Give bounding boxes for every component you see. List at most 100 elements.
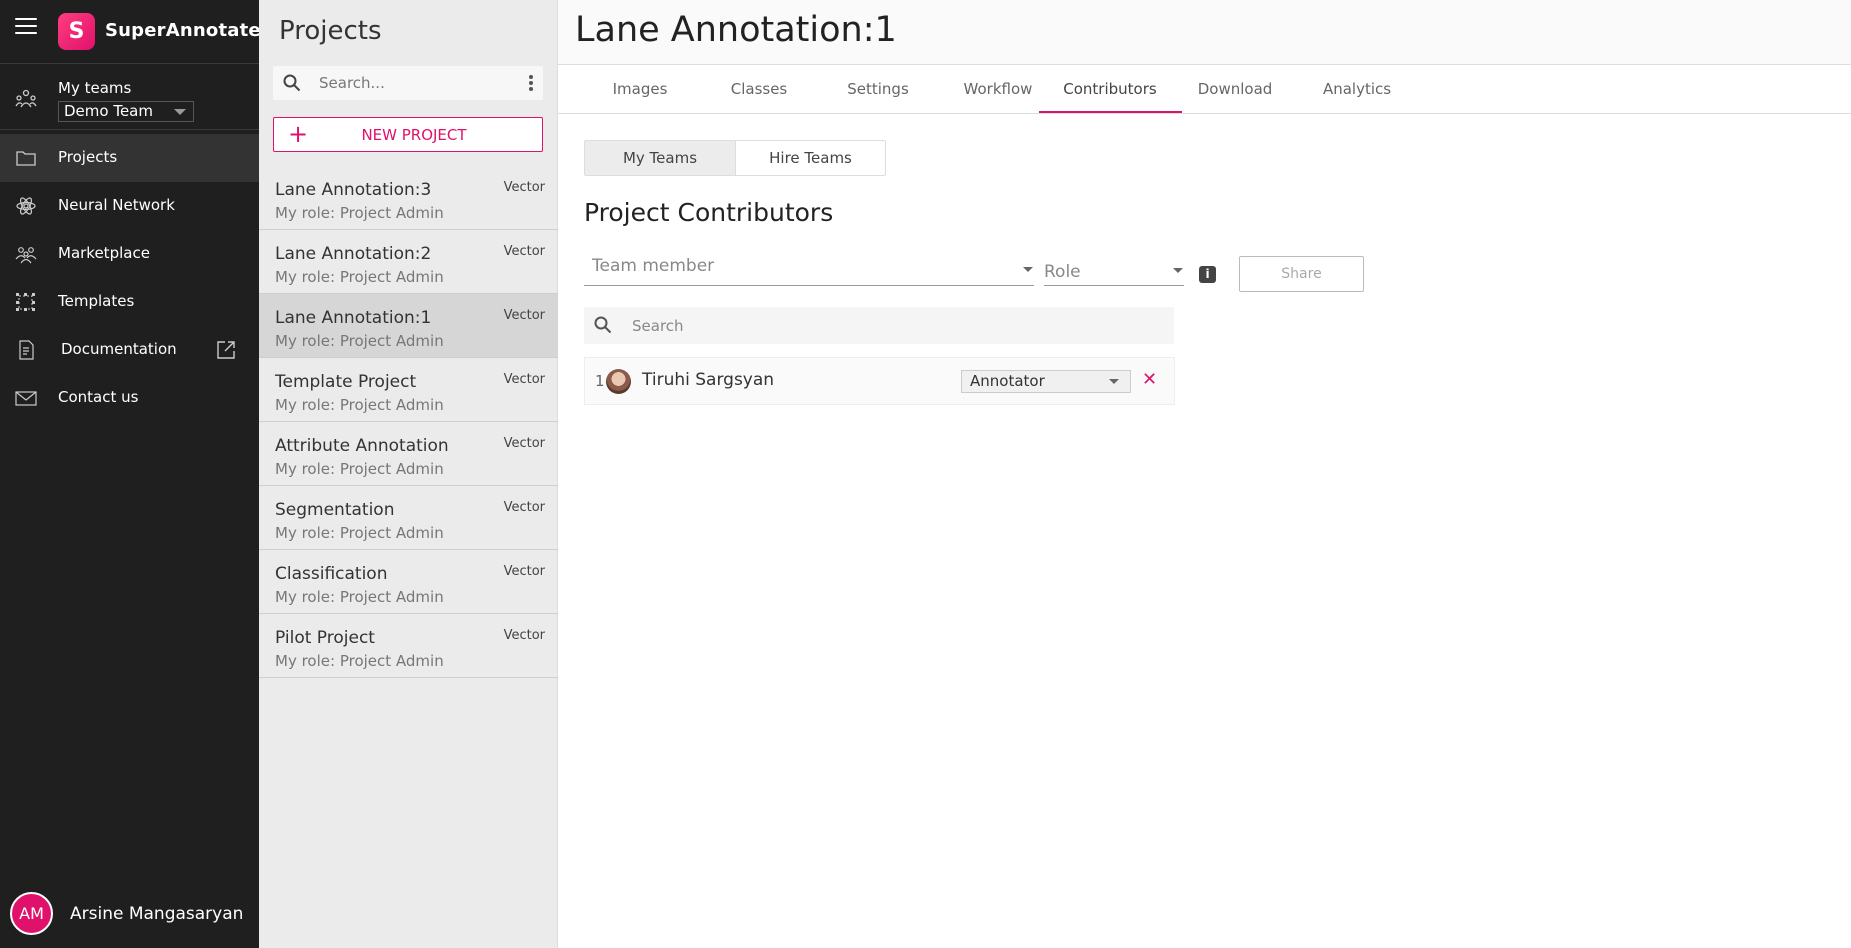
row-index: 1: [595, 372, 605, 390]
project-type: Vector: [503, 436, 545, 451]
sidebar-item-contact-us[interactable]: Contact us: [0, 374, 259, 422]
sidebar-item-label: Documentation: [61, 340, 177, 358]
project-tabs: Images Classes Settings Workflow Contrib…: [558, 65, 1851, 114]
user-name: Arsine Mangasaryan: [70, 904, 244, 924]
search-icon: [283, 74, 301, 96]
project-name: Template Project: [275, 372, 417, 392]
new-project-button[interactable]: + NEW PROJECT: [273, 117, 543, 152]
project-name: Attribute Annotation: [275, 436, 449, 456]
contributor-role-value: Annotator: [970, 372, 1045, 390]
role-select[interactable]: Role: [1044, 256, 1184, 286]
tab-analytics[interactable]: Analytics: [1307, 80, 1407, 98]
team-member-select[interactable]: Team member: [584, 250, 1034, 286]
neural-network-icon: [15, 196, 37, 220]
info-icon[interactable]: i: [1199, 266, 1216, 283]
teams-icon: [15, 88, 37, 112]
team-member-placeholder: Team member: [592, 256, 715, 276]
tab-images[interactable]: Images: [590, 80, 690, 98]
sidebar-item-documentation[interactable]: Documentation: [0, 326, 259, 374]
logo[interactable]: S: [58, 13, 95, 50]
project-list-item[interactable]: Classification My role: Project Admin Ve…: [259, 550, 558, 614]
project-list-item[interactable]: Lane Annotation:2 My role: Project Admin…: [259, 230, 558, 294]
sidebar-item-projects[interactable]: Projects: [0, 134, 259, 182]
tab-contributors[interactable]: Contributors: [1060, 80, 1160, 98]
avatar: [606, 369, 631, 394]
sidebar-item-label: Projects: [58, 148, 118, 166]
brand-name: SuperAnnotate: [105, 20, 261, 41]
project-search-input[interactable]: Search...: [273, 66, 543, 100]
project-role: My role: Project Admin: [275, 652, 444, 670]
team-type-toggle: My Teams Hire Teams: [584, 140, 886, 176]
more-options-icon[interactable]: [529, 75, 533, 93]
team-selector[interactable]: Demo Team: [58, 101, 194, 122]
project-role: My role: Project Admin: [275, 524, 444, 542]
project-list-item-active[interactable]: Lane Annotation:1 My role: Project Admin…: [259, 294, 558, 358]
page-header: Lane Annotation:1: [558, 0, 1851, 65]
sidebar-item-label: Templates: [58, 292, 135, 310]
project-role: My role: Project Admin: [275, 332, 444, 350]
sidebar-header: S SuperAnnotate: [0, 0, 261, 64]
role-placeholder: Role: [1044, 262, 1081, 282]
project-name: Classification: [275, 564, 388, 584]
tab-workflow[interactable]: Workflow: [948, 80, 1048, 98]
teams-label: My teams: [58, 79, 132, 97]
projects-panel-title: Projects: [279, 16, 382, 46]
main-sidebar: S SuperAnnotate My teams Demo Team Proje…: [0, 0, 261, 948]
project-role: My role: Project Admin: [275, 460, 444, 478]
documentation-icon: [15, 340, 37, 364]
new-project-label: NEW PROJECT: [361, 126, 467, 144]
search-placeholder: Search...: [319, 74, 385, 92]
project-role: My role: Project Admin: [275, 588, 444, 606]
sidebar-item-label: Neural Network: [58, 196, 175, 214]
project-type: Vector: [503, 500, 545, 515]
remove-contributor-icon[interactable]: ✕: [1142, 369, 1157, 390]
share-button[interactable]: Share: [1239, 256, 1364, 292]
project-name: Segmentation: [275, 500, 395, 520]
chevron-down-icon: [1109, 379, 1119, 384]
project-type: Vector: [503, 628, 545, 643]
project-type: Vector: [503, 244, 545, 259]
project-list-item[interactable]: Segmentation My role: Project Admin Vect…: [259, 486, 558, 550]
contributor-role-select[interactable]: Annotator: [961, 370, 1131, 393]
user-profile[interactable]: AM Arsine Mangasaryan: [0, 890, 259, 948]
project-role: My role: Project Admin: [275, 268, 444, 286]
teams-section: My teams Demo Team: [0, 64, 259, 130]
main-content: Lane Annotation:1 Images Classes Setting…: [558, 0, 1851, 948]
project-type: Vector: [503, 564, 545, 579]
table-row: 1 Tiruhi Sargsyan Annotator ✕: [584, 357, 1175, 405]
sidebar-item-marketplace[interactable]: Marketplace: [0, 230, 259, 278]
project-list-item[interactable]: Attribute Annotation My role: Project Ad…: [259, 422, 558, 486]
project-list-item[interactable]: Lane Annotation:3 My role: Project Admin…: [259, 166, 558, 230]
marketplace-icon: [15, 244, 37, 268]
folder-icon: [15, 148, 37, 172]
chevron-down-icon: [174, 109, 186, 115]
project-name: Lane Annotation:2: [275, 244, 432, 264]
contributor-search-input[interactable]: Search: [584, 307, 1174, 344]
tab-settings[interactable]: Settings: [828, 80, 928, 98]
hamburger-menu-icon[interactable]: [15, 18, 37, 38]
segment-my-teams[interactable]: My Teams: [585, 141, 735, 175]
project-name: Pilot Project: [275, 628, 375, 648]
project-role: My role: Project Admin: [275, 204, 444, 222]
chevron-down-icon: [1173, 268, 1183, 273]
team-selected-value: Demo Team: [64, 102, 153, 120]
section-title: Project Contributors: [584, 198, 834, 227]
templates-icon: [15, 292, 37, 316]
project-name: Lane Annotation:3: [275, 180, 432, 200]
project-list-item[interactable]: Template Project My role: Project Admin …: [259, 358, 558, 422]
tab-classes[interactable]: Classes: [709, 80, 809, 98]
sidebar-item-neural-network[interactable]: Neural Network: [0, 182, 259, 230]
project-type: Vector: [503, 308, 545, 323]
external-link-icon: [216, 340, 236, 364]
active-tab-indicator: [1039, 111, 1182, 113]
app-root: S SuperAnnotate My teams Demo Team Proje…: [0, 0, 1851, 948]
project-list-item[interactable]: Pilot Project My role: Project Admin Vec…: [259, 614, 558, 678]
sidebar-item-templates[interactable]: Templates: [0, 278, 259, 326]
segment-hire-teams[interactable]: Hire Teams: [735, 141, 885, 175]
chevron-down-icon: [1023, 267, 1033, 272]
project-type: Vector: [503, 372, 545, 387]
tab-download[interactable]: Download: [1185, 80, 1285, 98]
project-role: My role: Project Admin: [275, 396, 444, 414]
avatar[interactable]: AM: [10, 892, 53, 935]
projects-panel: Projects Search... + NEW PROJECT Lane An…: [259, 0, 558, 948]
